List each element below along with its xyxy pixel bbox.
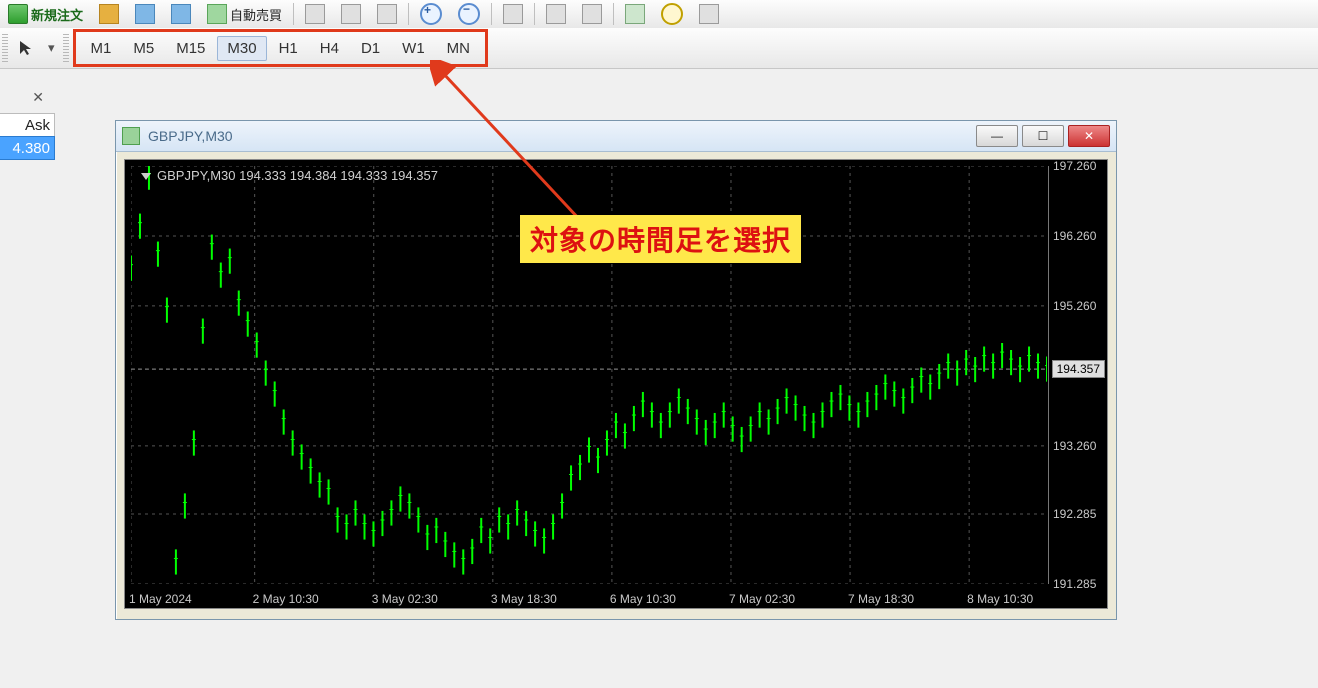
current-price-tag: 194.357 <box>1052 360 1105 378</box>
timeframe-w1-button[interactable]: W1 <box>392 36 435 61</box>
toolbar-button-auto[interactable] <box>576 3 608 25</box>
cloud-icon <box>135 4 155 24</box>
toolbar-button-period[interactable] <box>655 3 689 25</box>
cursor-icon[interactable] <box>18 39 36 57</box>
chart-window-titlebar[interactable]: GBPJPY,M30 — ☐ ✕ <box>116 121 1116 152</box>
toolbar-button-shift[interactable] <box>540 3 572 25</box>
candle-chart-icon <box>341 4 361 24</box>
auto-trade-label: 自動売買 <box>230 5 282 24</box>
toolbar-button-2[interactable] <box>129 3 161 25</box>
toolbar-separator <box>408 3 409 25</box>
chart-type-line-button[interactable] <box>371 3 403 25</box>
y-axis-label: 196.260 <box>1053 229 1096 243</box>
bar-chart-icon <box>305 4 325 24</box>
timeframe-m5-button[interactable]: M5 <box>123 36 164 61</box>
grid-icon <box>503 4 523 24</box>
zoom-in-button[interactable] <box>414 3 448 25</box>
timeframe-mn-button[interactable]: MN <box>437 36 480 61</box>
x-axis-label: 7 May 02:30 <box>729 592 795 606</box>
annotation-callout: 対象の時間足を選択 <box>520 215 801 263</box>
ask-value: 4.380 <box>0 136 55 160</box>
new-order-label: 新規注文 <box>31 5 83 24</box>
chart-window: GBPJPY,M30 — ☐ ✕ GBPJPY,M30 194.333 194.… <box>115 120 1117 620</box>
y-axis-label: 191.285 <box>1053 577 1096 591</box>
timeframe-m30-button[interactable]: M30 <box>217 36 266 61</box>
zoom-in-icon <box>420 3 442 25</box>
chart-type-bar-button[interactable] <box>299 3 331 25</box>
y-axis-label: 197.260 <box>1053 159 1096 173</box>
auto-trade-icon <box>207 4 227 24</box>
chevron-down-icon[interactable] <box>141 173 151 180</box>
dropdown-arrow-icon[interactable]: ▾ <box>48 40 55 56</box>
toolbar-separator <box>534 3 535 25</box>
chart-y-axis: 197.260196.260195.260194.357193.260192.2… <box>1048 166 1107 584</box>
y-axis-label: 193.260 <box>1053 439 1096 453</box>
toolbar-separator <box>293 3 294 25</box>
timeframe-m15-button[interactable]: M15 <box>166 36 215 61</box>
signal-icon <box>171 4 191 24</box>
toolbar-button-ind[interactable] <box>619 3 651 25</box>
x-axis-label: 3 May 18:30 <box>491 592 557 606</box>
close-button[interactable]: ✕ <box>1068 125 1110 147</box>
zoom-out-button[interactable] <box>452 3 486 25</box>
ask-header: Ask <box>0 113 55 137</box>
chart-window-title: GBPJPY,M30 <box>148 128 968 144</box>
autoscroll-icon <box>582 4 602 24</box>
close-icon[interactable]: ✕ <box>32 89 44 106</box>
x-axis-label: 6 May 10:30 <box>610 592 676 606</box>
timeframe-group: M1M5M15M30H1H4D1W1MN <box>73 29 488 67</box>
toolbar-separator <box>613 3 614 25</box>
x-axis-label: 7 May 18:30 <box>848 592 914 606</box>
toolbar-grip[interactable] <box>2 34 8 62</box>
auto-trade-button[interactable]: 自動売買 <box>201 3 288 25</box>
main-toolbar: 新規注文 自動売買 <box>0 0 1318 29</box>
y-axis-label: 195.260 <box>1053 299 1096 313</box>
timeframe-m1-button[interactable]: M1 <box>81 36 122 61</box>
toolbar-button-tpl[interactable] <box>693 3 725 25</box>
new-order-button[interactable]: 新規注文 <box>2 3 89 25</box>
zoom-out-icon <box>458 3 480 25</box>
toolbar-button-1[interactable] <box>93 3 125 25</box>
timeframe-d1-button[interactable]: D1 <box>351 36 390 61</box>
line-chart-icon <box>377 4 397 24</box>
minimize-button[interactable]: — <box>976 125 1018 147</box>
timeframe-h4-button[interactable]: H4 <box>310 36 349 61</box>
toolbar-button-3[interactable] <box>165 3 197 25</box>
new-order-icon <box>8 4 28 24</box>
timeframe-toolbar: ▾ M1M5M15M30H1H4D1W1MN <box>0 28 1318 69</box>
maximize-button[interactable]: ☐ <box>1022 125 1064 147</box>
chart-type-candle-button[interactable] <box>335 3 367 25</box>
x-axis-label: 8 May 10:30 <box>967 592 1033 606</box>
toolbar-grip[interactable] <box>63 34 69 62</box>
chart-window-icon <box>122 127 140 145</box>
shift-icon <box>546 4 566 24</box>
template-icon <box>699 4 719 24</box>
folder-icon <box>99 4 119 24</box>
y-axis-label: 192.285 <box>1053 507 1096 521</box>
toolbar-separator <box>491 3 492 25</box>
x-axis-label: 3 May 02:30 <box>372 592 438 606</box>
chart-x-axis: 1 May 2024 2 May 10:30 3 May 02:30 3 May 18… <box>131 586 1047 606</box>
indicator-icon <box>625 4 645 24</box>
clock-icon <box>661 3 683 25</box>
x-axis-label: 2 May 10:30 <box>253 592 319 606</box>
toolbar-button-grid[interactable] <box>497 3 529 25</box>
x-axis-label: 1 May 2024 <box>129 592 192 606</box>
chart-ohlc-text: GBPJPY,M30 194.333 194.384 194.333 194.3… <box>141 168 438 183</box>
timeframe-h1-button[interactable]: H1 <box>269 36 308 61</box>
